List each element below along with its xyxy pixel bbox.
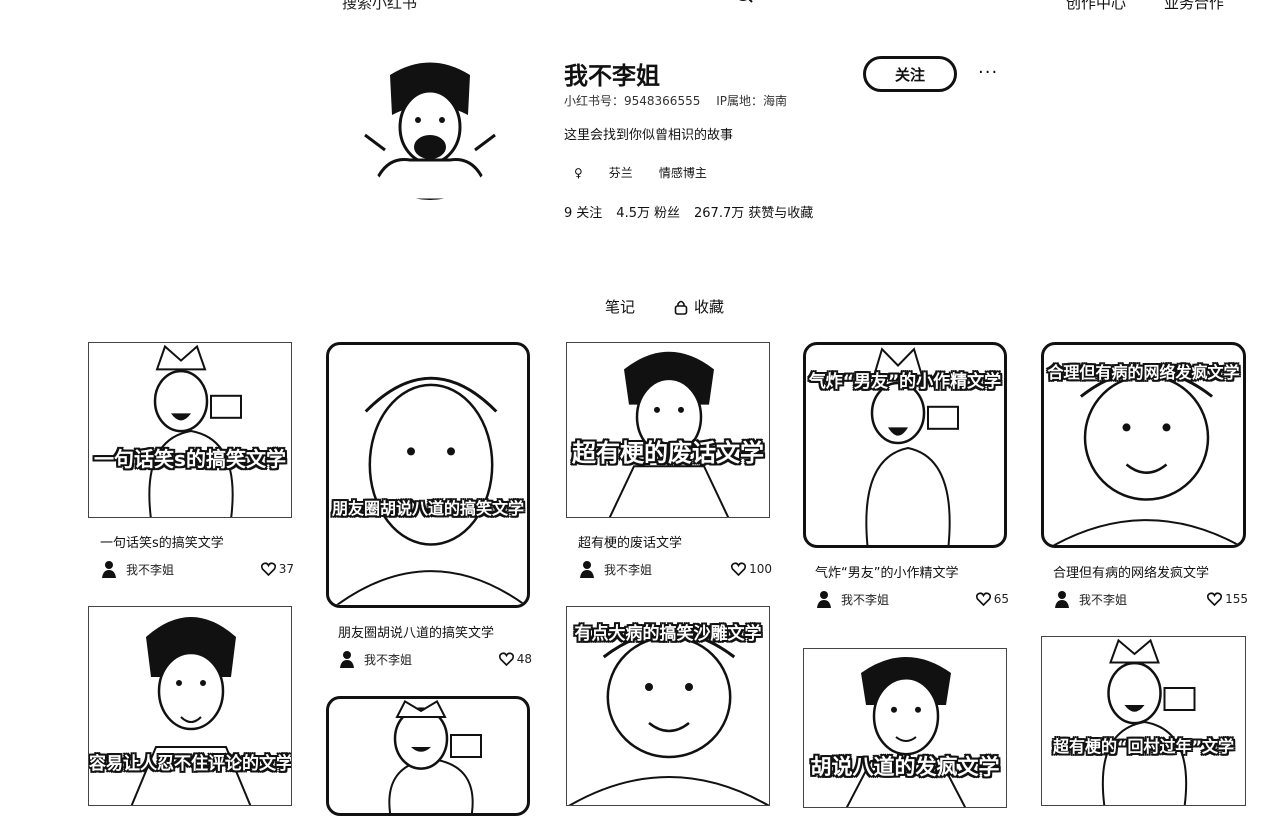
like-button[interactable]: 155	[1207, 592, 1248, 606]
note-meta: 我不李姐 48	[338, 650, 532, 668]
cover-text: 胡说八道的发疯文学	[810, 755, 1000, 779]
stat-following[interactable]: 9 关注	[564, 202, 602, 221]
nav-business[interactable]: 业务合作	[1164, 0, 1224, 13]
cover-text: 朋友圈胡说八道的搞笑文学	[331, 499, 524, 518]
tab-collections[interactable]: 收藏	[674, 296, 724, 317]
female-icon: ♀	[574, 165, 583, 180]
cover-text: 有点大病的搞笑沙雕文学	[574, 624, 762, 644]
stat-likes: 267.7万 获赞与收藏	[694, 206, 814, 221]
heart-icon	[975, 592, 991, 606]
like-count: 155	[1225, 592, 1248, 606]
cover-text: 超有梗的废话文学	[572, 439, 764, 467]
avatar	[360, 55, 500, 200]
profile-name: 我不李姐	[564, 62, 660, 90]
nav-creator-center[interactable]: 创作中心	[1066, 0, 1126, 13]
like-count: 65	[993, 592, 1009, 606]
note-cover[interactable]: 超有梗的废话文学	[566, 342, 770, 518]
note-cover[interactable]: 气炸“男友”的小作精文学	[803, 342, 1007, 548]
cover-illustration	[388, 699, 482, 813]
profile-id: 小红书号：9548366555	[564, 94, 701, 108]
cover-illustration	[845, 657, 967, 807]
note-meta: 我不李姐 100	[578, 560, 772, 578]
like-button[interactable]: 48	[498, 652, 532, 666]
note-title[interactable]: 一句话笑s的搞笑文学	[100, 532, 224, 551]
note-meta: 我不李姐 155	[1053, 590, 1248, 608]
author-name[interactable]: 我不李姐	[126, 561, 174, 578]
note-meta: 我不李姐 65	[815, 590, 1009, 608]
cover-illustration	[130, 617, 252, 805]
note-cover[interactable]: 超有梗的“回村过年”文学	[1041, 636, 1246, 806]
author-name[interactable]: 我不李姐	[604, 561, 652, 578]
like-button[interactable]: 37	[260, 562, 294, 576]
note-cover[interactable]: 容易让人忍不住评论的文学	[88, 606, 292, 806]
note-title[interactable]: 合理但有病的网络发疯文学	[1053, 562, 1209, 581]
like-button[interactable]: 65	[975, 592, 1009, 606]
note-cover[interactable]: 有点大病的搞笑沙雕文学	[566, 606, 770, 806]
profile-meta: 小红书号：9548366555 IP属地：海南	[564, 92, 799, 109]
heart-icon	[498, 652, 514, 666]
cover-text: 气炸“男友”的小作精文学	[808, 372, 1002, 392]
cover-illustration	[1101, 638, 1196, 805]
heart-icon	[1207, 592, 1223, 606]
author-avatar-icon[interactable]	[100, 560, 118, 578]
note-cover[interactable]: 一句话笑s的搞笑文学	[88, 342, 292, 518]
like-button[interactable]: 100	[731, 562, 772, 576]
like-count: 37	[278, 562, 294, 576]
author-avatar-icon[interactable]	[1053, 590, 1071, 608]
heart-icon	[260, 562, 276, 576]
note-title[interactable]: 气炸“男友”的小作精文学	[815, 562, 958, 581]
lock-icon	[674, 300, 688, 315]
search-input[interactable]: 搜索小红书	[342, 0, 417, 13]
profile-tags: ♀ 芬兰 情感博主	[564, 162, 717, 183]
follow-button[interactable]: 关注	[863, 56, 957, 92]
author-name[interactable]: 我不李姐	[364, 651, 412, 668]
author-name[interactable]: 我不李姐	[1079, 591, 1127, 608]
author-avatar-icon[interactable]	[338, 650, 356, 668]
profile-bio: 这里会找到你似曾相识的故事	[564, 128, 734, 143]
cover-illustration	[148, 344, 242, 517]
author-avatar-icon[interactable]	[815, 590, 833, 608]
like-count: 48	[516, 652, 532, 666]
cover-illustration	[608, 351, 730, 517]
author-name[interactable]: 我不李姐	[841, 591, 889, 608]
cover-text: 超有梗的“回村过年”文学	[1052, 737, 1235, 756]
tag-category: 情感博主	[658, 166, 707, 180]
note-cover[interactable]: 胡说八道的发疯文学	[803, 648, 1007, 808]
cover-text: 合理但有病的网络发疯文学	[1047, 363, 1240, 382]
note-cover[interactable]: 朋友圈胡说八道的搞笑文学	[326, 342, 530, 608]
cover-text: 容易让人忍不住评论的文学	[89, 754, 292, 774]
note-title[interactable]: 朋友圈胡说八道的搞笑文学	[338, 622, 494, 641]
profile-stats: 9 关注 4.5万 粉丝 267.7万 获赞与收藏	[564, 202, 813, 221]
author-avatar-icon[interactable]	[578, 560, 596, 578]
more-options-button[interactable]: ···	[978, 62, 998, 83]
note-cover[interactable]	[326, 696, 530, 816]
note-meta: 我不李姐 37	[100, 560, 294, 578]
note-cover[interactable]: 合理但有病的网络发疯文学	[1041, 342, 1246, 548]
tab-notes[interactable]: 笔记	[605, 296, 635, 317]
cover-text: 一句话笑s的搞笑文学	[94, 447, 286, 471]
cover-illustration	[335, 376, 527, 605]
profile-ip: IP属地：海南	[716, 94, 787, 108]
stat-followers[interactable]: 4.5万 粉丝	[616, 202, 680, 221]
note-title[interactable]: 超有梗的废话文学	[578, 532, 682, 551]
tag-location: 芬兰	[608, 166, 633, 180]
heart-icon	[731, 562, 747, 576]
search-icon[interactable]	[734, 0, 754, 6]
like-count: 100	[749, 562, 772, 576]
